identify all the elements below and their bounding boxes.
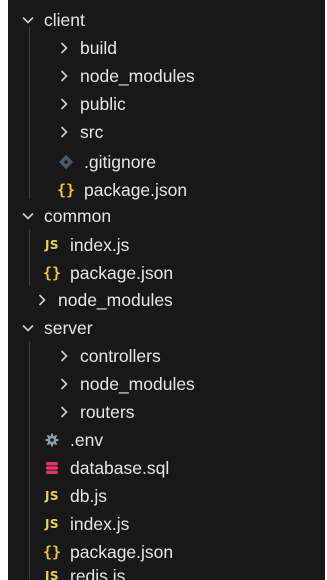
tree-folder-public[interactable]: public: [8, 90, 325, 118]
folder-label: build: [80, 38, 117, 58]
tree-folder-client[interactable]: client: [8, 6, 325, 34]
file-label: package.json: [70, 263, 174, 283]
tree-folder-routers[interactable]: routers: [8, 398, 325, 426]
tree-folder-src[interactable]: src: [8, 118, 325, 146]
file-label: redis.js: [70, 566, 126, 580]
folder-label: controllers: [80, 346, 161, 366]
gear-icon: [40, 432, 64, 448]
tree-file-database-sql[interactable]: database.sql: [8, 454, 325, 482]
folder-label: common: [44, 206, 112, 226]
js-icon: JS: [44, 238, 60, 252]
tree-file-redis-js[interactable]: JS redis.js: [8, 562, 325, 580]
chevron-down-icon: [18, 202, 38, 230]
json-icon: {}: [56, 181, 76, 199]
git-icon: [54, 154, 78, 170]
tree-folder-common[interactable]: common: [8, 202, 325, 230]
file-label: package.json: [84, 180, 188, 200]
file-label: database.sql: [70, 458, 170, 478]
folder-label: node_modules: [58, 290, 173, 310]
file-label: .gitignore: [84, 152, 156, 172]
chevron-right-icon: [54, 342, 74, 370]
tree-file-package-json[interactable]: {} package.json: [8, 259, 325, 287]
database-icon: [40, 460, 64, 476]
chevron-right-icon: [54, 90, 74, 118]
tree-folder-node-modules[interactable]: node_modules: [8, 62, 325, 90]
js-icon: JS: [44, 489, 60, 503]
folder-label: server: [44, 318, 93, 338]
tree-file-package-json[interactable]: {} package.json: [8, 176, 325, 204]
tree-file-env[interactable]: .env: [8, 426, 325, 454]
file-label: .env: [70, 430, 104, 450]
chevron-down-icon: [18, 314, 38, 342]
json-icon: {}: [42, 264, 62, 282]
file-explorer: client build node_modules public src .gi…: [8, 0, 325, 580]
tree-file-index-js[interactable]: JS index.js: [8, 510, 325, 538]
chevron-right-icon: [54, 34, 74, 62]
chevron-down-icon: [18, 6, 38, 34]
file-label: index.js: [70, 235, 130, 255]
tree-folder-controllers[interactable]: controllers: [8, 342, 325, 370]
folder-label: routers: [80, 402, 135, 422]
tree-file-gitignore[interactable]: .gitignore: [8, 148, 325, 176]
chevron-right-icon: [32, 286, 52, 314]
folder-label: node_modules: [80, 374, 195, 394]
file-label: index.js: [70, 514, 130, 534]
json-icon: {}: [42, 543, 62, 561]
tree-folder-build[interactable]: build: [8, 34, 325, 62]
chevron-right-icon: [54, 118, 74, 146]
folder-label: src: [80, 122, 104, 142]
folder-label: public: [80, 94, 126, 114]
chevron-right-icon: [54, 62, 74, 90]
tree-folder-server[interactable]: server: [8, 314, 325, 342]
tree-file-index-js[interactable]: JS index.js: [8, 231, 325, 259]
js-icon: JS: [44, 517, 60, 531]
tree-folder-node-modules[interactable]: node_modules: [8, 286, 325, 314]
chevron-right-icon: [54, 398, 74, 426]
tree-folder-node-modules[interactable]: node_modules: [8, 370, 325, 398]
file-label: db.js: [70, 486, 107, 506]
chevron-right-icon: [54, 370, 74, 398]
js-icon: JS: [44, 569, 60, 580]
tree-file-db-js[interactable]: JS db.js: [8, 482, 325, 510]
folder-label: node_modules: [80, 66, 195, 86]
folder-label: client: [44, 10, 85, 30]
